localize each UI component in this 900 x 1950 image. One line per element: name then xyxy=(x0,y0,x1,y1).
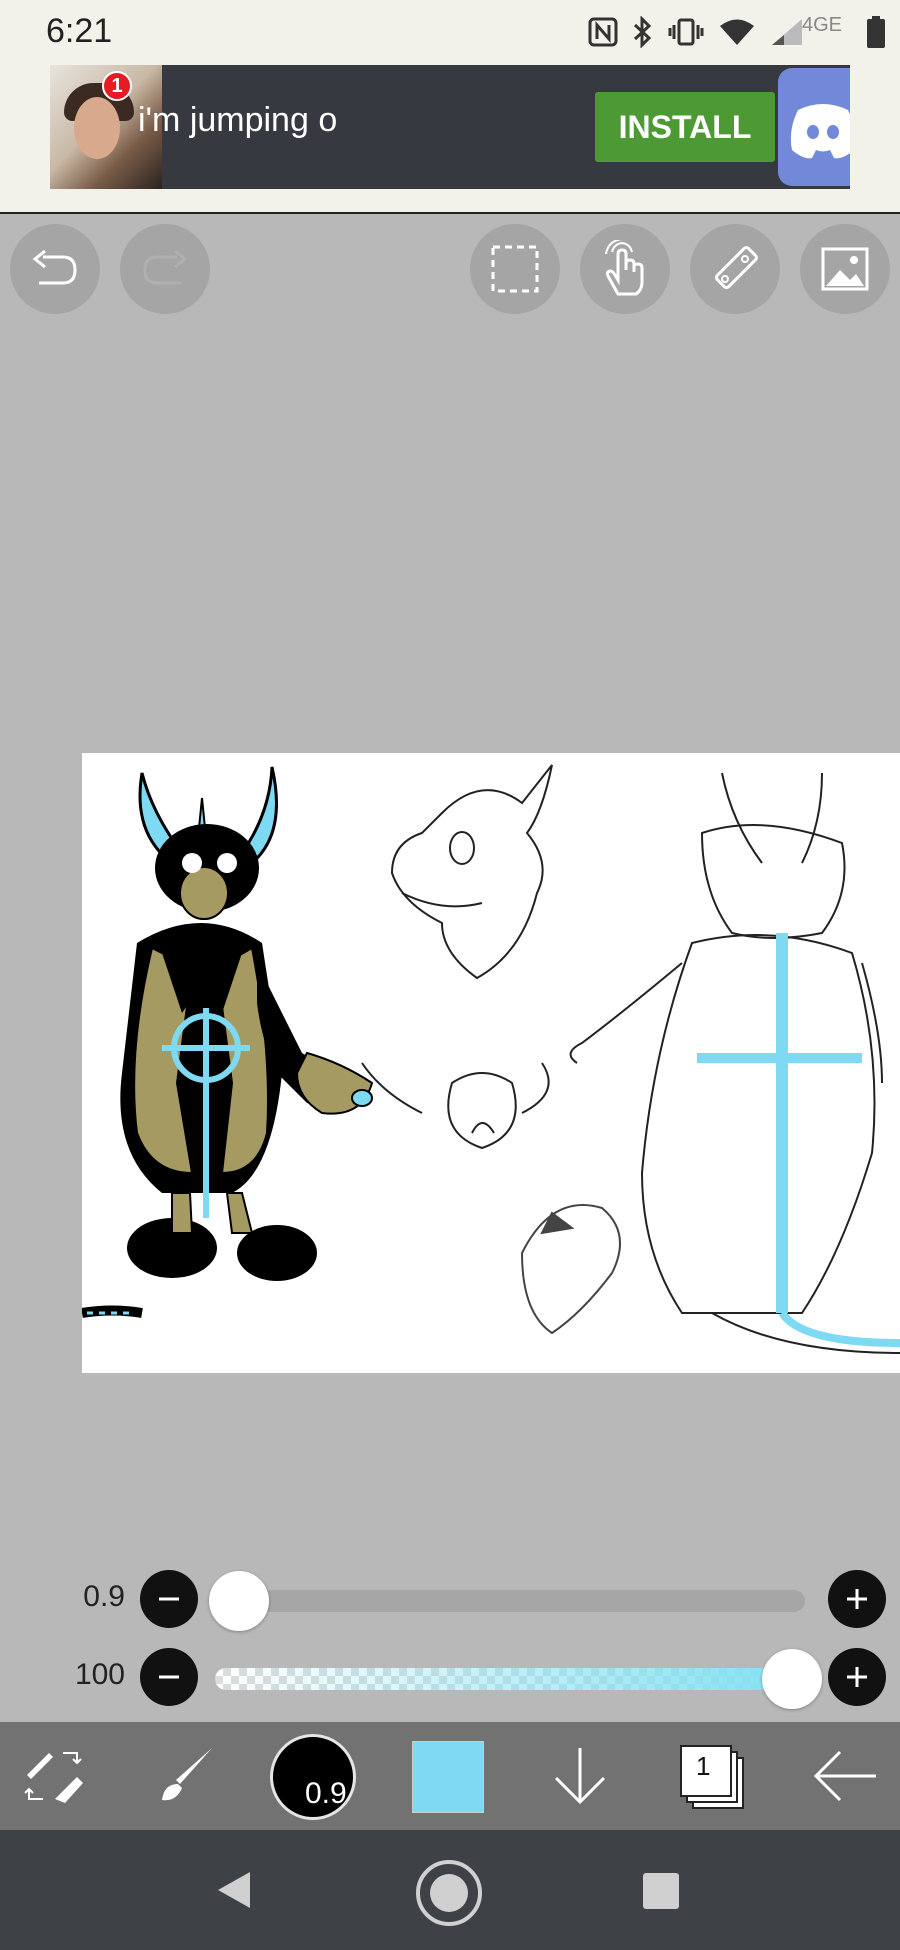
material-button[interactable] xyxy=(800,224,890,314)
battery-icon xyxy=(867,16,885,48)
network-type: 4GE xyxy=(801,14,842,36)
status-time: 6:21 xyxy=(46,12,113,50)
brush-icon xyxy=(162,1748,212,1801)
opacity-slider-row: 100 xyxy=(0,1638,900,1718)
color-picker-swatch[interactable] xyxy=(412,1741,484,1813)
minus-icon xyxy=(159,1597,179,1601)
brush-size-knob[interactable] xyxy=(209,1571,269,1631)
image-icon xyxy=(821,247,869,291)
bottom-toolbar: 0.9 1 xyxy=(0,1722,900,1830)
opacity-increase-button[interactable] xyxy=(828,1648,886,1706)
opacity-value: 100 xyxy=(74,1658,125,1691)
layers-button[interactable]: 1 xyxy=(680,1745,744,1809)
watermark-logo xyxy=(520,1204,621,1335)
drawing-canvas[interactable] xyxy=(82,753,900,1373)
brush-size-track[interactable] xyxy=(215,1590,805,1612)
ad-area: 1 i'm jumping o INSTALL xyxy=(0,62,900,214)
back-arrow-button[interactable] xyxy=(800,1722,890,1830)
brush-size-slider-row: 0.9 xyxy=(0,1560,900,1640)
layer-move-down-button[interactable] xyxy=(540,1722,620,1830)
ruler-icon xyxy=(714,246,758,290)
status-bar: 6:21 4GE xyxy=(0,0,900,62)
selection-icon xyxy=(491,245,539,293)
nav-recents-icon[interactable] xyxy=(642,1872,680,1910)
avatar-face xyxy=(74,97,120,159)
bluetooth-icon xyxy=(633,16,652,48)
hand-icon xyxy=(605,240,644,296)
brush-size-increase-button[interactable] xyxy=(828,1570,886,1628)
undo-button[interactable] xyxy=(10,224,100,314)
layers-count: 1 xyxy=(696,1751,711,1781)
brush-tool-button[interactable] xyxy=(146,1722,226,1830)
hand-tool-button[interactable] xyxy=(580,224,670,314)
nav-back-icon[interactable] xyxy=(214,1870,254,1910)
nfc-icon xyxy=(588,17,618,47)
arrow-left-icon xyxy=(813,1750,876,1802)
ad-message-text[interactable]: i'm jumping o xyxy=(138,101,337,140)
character-front-view xyxy=(82,766,374,1318)
plus-icon xyxy=(847,1589,867,1609)
discord-logo-icon[interactable] xyxy=(778,68,850,186)
discord-logo-glyph xyxy=(790,104,850,159)
redo-icon xyxy=(143,249,188,285)
brush-size-preview[interactable]: 0.9 xyxy=(270,1734,356,1820)
mouth-sketch xyxy=(361,1062,550,1150)
signal-icon xyxy=(772,19,802,45)
nav-home-icon[interactable] xyxy=(414,1858,484,1928)
ad-banner[interactable]: 1 i'm jumping o INSTALL xyxy=(50,65,850,189)
install-button[interactable]: INSTALL xyxy=(595,92,775,162)
tool-swap-button[interactable] xyxy=(14,1722,94,1830)
pen-eraser-swap-icon xyxy=(24,1752,83,1803)
opacity-decrease-button[interactable] xyxy=(140,1648,198,1706)
redo-button[interactable] xyxy=(120,224,210,314)
notification-badge: 1 xyxy=(102,71,132,101)
brush-size-preview-label: 0.9 xyxy=(305,1777,347,1810)
system-navigation-bar xyxy=(0,1830,900,1950)
opacity-track[interactable] xyxy=(215,1668,805,1690)
head-sketch xyxy=(390,764,553,980)
brush-size-value: 0.9 xyxy=(83,1580,125,1613)
undo-icon xyxy=(32,249,77,285)
brush-size-decrease-button[interactable] xyxy=(140,1570,198,1628)
ruler-button[interactable] xyxy=(690,224,780,314)
plus-icon xyxy=(847,1667,867,1687)
opacity-knob[interactable] xyxy=(762,1649,822,1709)
arrow-down-icon xyxy=(554,1748,606,1805)
artwork-image xyxy=(82,764,900,1354)
vibrate-icon xyxy=(668,18,704,46)
minus-icon xyxy=(159,1675,179,1679)
selection-button[interactable] xyxy=(470,224,560,314)
wifi-icon xyxy=(720,19,754,45)
